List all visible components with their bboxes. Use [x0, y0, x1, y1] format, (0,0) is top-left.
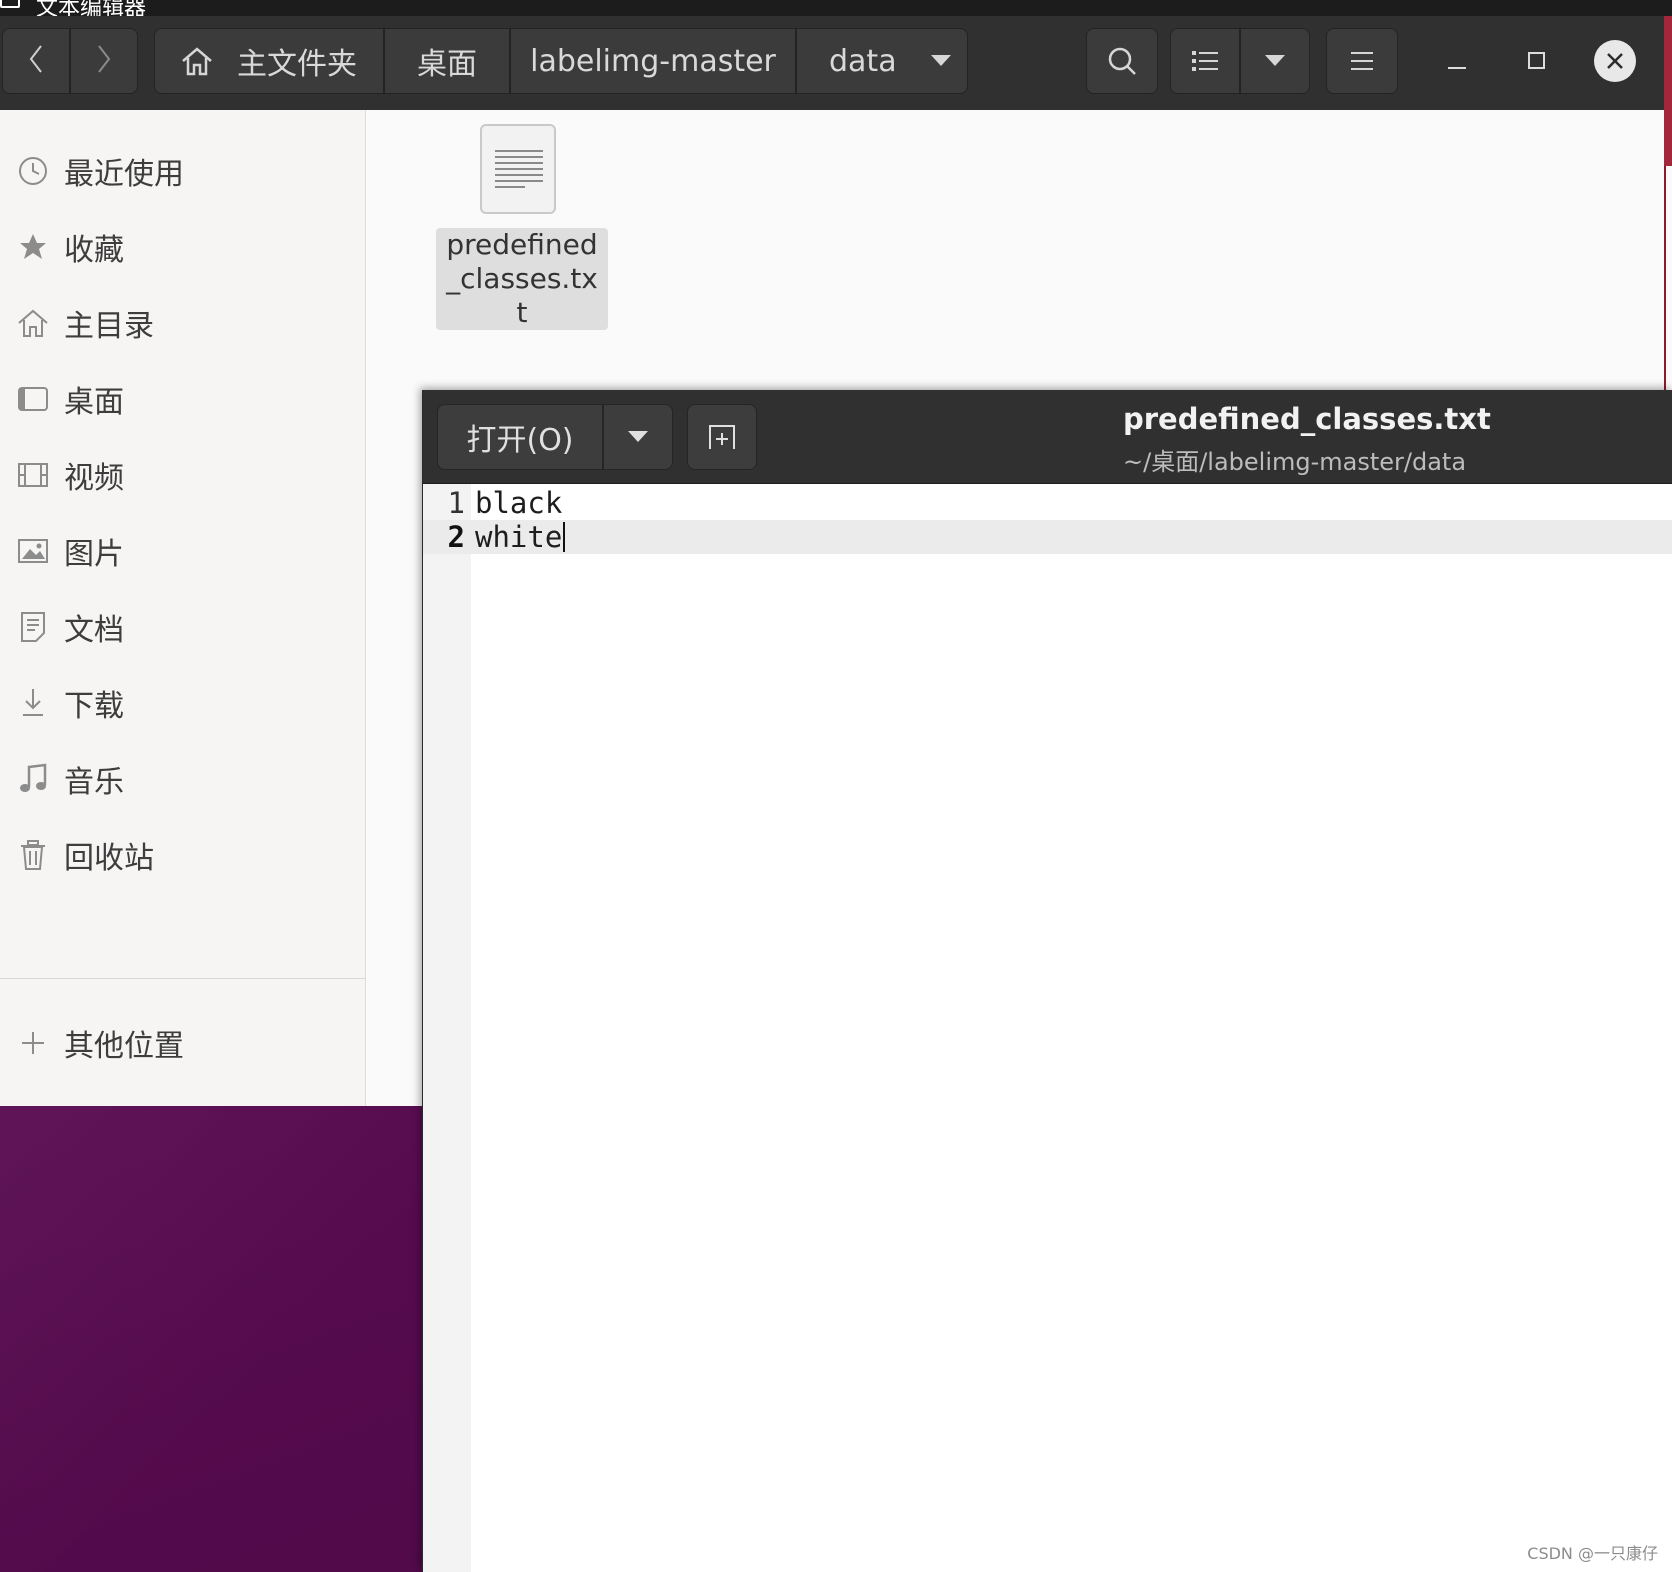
sidebar-divider — [0, 978, 366, 979]
line-number: 1 — [447, 486, 465, 520]
back-button[interactable] — [2, 28, 70, 94]
document-path: ~/桌面/labelimg-master/data — [1123, 448, 1467, 476]
top-app-strip: 文本编辑器 — [0, 0, 1672, 16]
sidebar-item-label: 音乐 — [64, 765, 124, 800]
sidebar-item-trash[interactable]: 回收站 — [0, 824, 366, 886]
sidebar-item-label: 最近使用 — [64, 157, 184, 192]
app-window-icon — [0, 0, 20, 8]
open-button[interactable]: 打开(O) — [437, 404, 603, 470]
sidebar-item-label: 文档 — [64, 613, 124, 648]
search-icon — [1107, 46, 1137, 76]
sidebar-item-label: 其他位置 — [64, 1029, 184, 1064]
text-line-content: white — [475, 520, 563, 554]
file-name-label: predefined_classes.txt — [436, 228, 608, 330]
minimize-icon — [1448, 52, 1466, 70]
wallpaper-facet — [0, 1106, 430, 1572]
sidebar-item-other-locations[interactable]: 其他位置 — [0, 1012, 366, 1074]
desktop-icon — [16, 382, 50, 416]
star-icon — [16, 230, 50, 264]
app-title: 文本编辑器 — [36, 0, 147, 16]
picture-icon — [16, 534, 50, 568]
chevron-down-icon — [1265, 55, 1285, 67]
sidebar-item-desktop[interactable]: 桌面 — [0, 368, 366, 430]
background-window-edge-accent — [1664, 16, 1672, 166]
breadcrumb-label: data — [829, 43, 897, 79]
sidebar-item-label: 主目录 — [64, 309, 154, 344]
sidebar-item-videos[interactable]: 视频 — [0, 444, 366, 506]
sidebar-item-pictures[interactable]: 图片 — [0, 520, 366, 582]
document-icon — [16, 610, 50, 644]
sidebar-item-label: 回收站 — [64, 841, 154, 876]
sidebar-item-documents[interactable]: 文档 — [0, 596, 366, 658]
clock-icon — [16, 154, 50, 188]
text-cursor — [563, 522, 566, 552]
file-item-predefined-classes[interactable]: predefined_classes.txt — [436, 124, 616, 330]
home-icon — [181, 46, 213, 76]
minimize-button[interactable] — [1434, 38, 1480, 84]
download-icon — [16, 686, 50, 720]
hamburger-menu-icon — [1351, 51, 1373, 71]
line-number-gutter — [423, 484, 471, 1572]
new-document-icon — [708, 424, 736, 450]
plus-icon — [16, 1026, 50, 1060]
search-button[interactable] — [1086, 28, 1158, 94]
breadcrumb-data[interactable]: data — [796, 28, 968, 94]
maximize-button[interactable] — [1514, 38, 1560, 84]
breadcrumb-label: labelimg-master — [530, 43, 776, 79]
view-options-dropdown[interactable] — [1240, 28, 1310, 94]
sidebar-item-label: 图片 — [64, 537, 124, 572]
trash-icon — [16, 838, 50, 872]
sidebar-item-starred[interactable]: 收藏 — [0, 216, 366, 278]
new-document-button[interactable] — [687, 404, 757, 470]
chevron-left-icon — [28, 44, 44, 78]
text-line-content: black — [475, 486, 563, 520]
breadcrumb-home[interactable]: 主文件夹 — [154, 28, 384, 94]
view-toggle-button[interactable] — [1170, 28, 1240, 94]
sidebar-item-home[interactable]: 主目录 — [0, 292, 366, 354]
current-line-highlight — [423, 520, 1672, 554]
text-line[interactable]: black — [475, 486, 562, 520]
document-title: predefined_classes.txt — [1123, 402, 1491, 436]
breadcrumb-labelimg-master[interactable]: labelimg-master — [510, 28, 796, 94]
sidebar-item-label: 视频 — [64, 461, 124, 496]
sidebar-item-label: 桌面 — [64, 385, 124, 420]
file-manager-headerbar: 主文件夹 桌面 labelimg-master data — [0, 16, 1664, 110]
video-icon — [16, 458, 50, 492]
text-editor-window: 打开(O) predefined_classes.txt ~/桌面/labeli… — [422, 390, 1672, 1572]
forward-button[interactable] — [70, 28, 138, 94]
chevron-down-icon[interactable] — [930, 55, 951, 67]
places-sidebar: 最近使用 收藏 主目录 桌面 视频 图片 文档 下载 音乐 回收站 其他位置 — [0, 110, 366, 1106]
music-icon — [16, 762, 50, 796]
sidebar-item-recent[interactable]: 最近使用 — [0, 140, 366, 202]
open-button-label: 打开(O) — [466, 423, 574, 458]
home-icon — [16, 306, 50, 340]
sidebar-item-label: 下载 — [64, 689, 124, 724]
chevron-down-icon — [628, 431, 648, 443]
sidebar-item-label: 收藏 — [64, 233, 124, 268]
chevron-right-icon — [96, 44, 112, 78]
watermark: CSDN @一只康仔 — [1527, 1544, 1658, 1563]
breadcrumb-desktop[interactable]: 桌面 — [384, 28, 510, 94]
text-file-icon — [480, 124, 556, 214]
maximize-icon — [1528, 52, 1546, 70]
close-button[interactable] — [1594, 40, 1636, 82]
breadcrumb-label: 主文件夹 — [237, 47, 357, 82]
breadcrumb-label: 桌面 — [417, 47, 477, 82]
main-menu-button[interactable] — [1326, 28, 1398, 94]
line-number-current: 2 — [447, 520, 465, 554]
close-icon — [1606, 52, 1624, 70]
text-line-current[interactable]: white — [475, 520, 566, 554]
sidebar-item-music[interactable]: 音乐 — [0, 748, 366, 810]
sidebar-item-downloads[interactable]: 下载 — [0, 672, 366, 734]
open-dropdown-button[interactable] — [603, 404, 673, 470]
text-editor-headerbar: 打开(O) predefined_classes.txt ~/桌面/labeli… — [423, 390, 1672, 484]
list-view-icon — [1192, 50, 1218, 72]
